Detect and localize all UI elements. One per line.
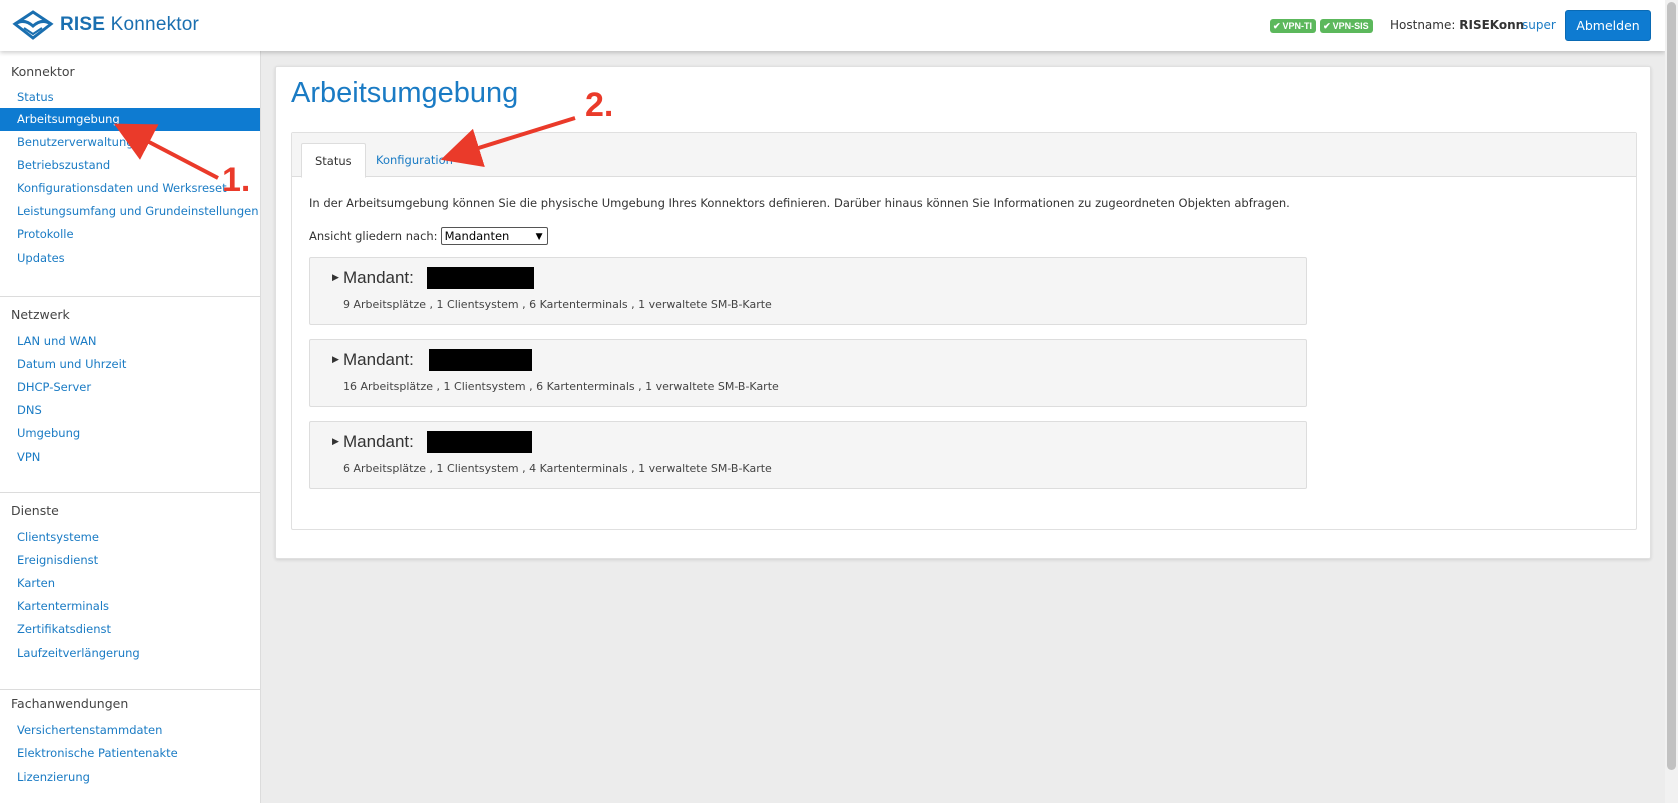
annotation-label-1: 1.: [222, 161, 251, 199]
user-link[interactable]: super: [1522, 18, 1556, 32]
mandant-label: Mandant:: [343, 432, 414, 451]
mandant-summary: 16 Arbeitsplätze , 1 Clientsystem , 6 Ka…: [343, 380, 779, 393]
intro-text: In der Arbeitsumgebung können Sie die ph…: [309, 196, 1290, 210]
sidebar-item-updates[interactable]: Updates: [0, 247, 260, 270]
sidebar-heading-netzwerk: Netzwerk: [11, 307, 70, 322]
tab-bar: Status Konfiguration: [292, 133, 1636, 178]
page-title: Arbeitsumgebung: [291, 77, 519, 109]
rise-logo-icon: [12, 10, 54, 40]
group-by-label: Ansicht gliedern nach:: [309, 229, 438, 243]
annotation-label-2: 2.: [585, 86, 614, 124]
main-card: Arbeitsumgebung Status Konfiguration In …: [275, 66, 1651, 559]
sidebar-item-arbeitsumgebung[interactable]: Arbeitsumgebung: [0, 108, 260, 131]
sidebar-item-betriebszustand[interactable]: Betriebszustand: [0, 154, 260, 177]
tab-panel: Status Konfiguration In der Arbeitsumgeb…: [291, 132, 1637, 530]
check-icon: ✔: [1323, 21, 1331, 31]
sidebar-item-benutzerverwaltung[interactable]: Benutzerverwaltung: [0, 131, 260, 154]
caret-right-icon[interactable]: ▶: [332, 355, 339, 365]
sidebar-item-clientsysteme[interactable]: Clientsysteme: [0, 526, 260, 549]
redacted-block: [427, 267, 534, 289]
tab-konfiguration[interactable]: Konfiguration: [363, 143, 466, 178]
sidebar-divider: [0, 492, 260, 493]
scrollbar-thumb[interactable]: [1667, 2, 1676, 770]
sidebar-item-karten[interactable]: Karten: [0, 572, 260, 595]
caret-right-icon[interactable]: ▶: [332, 437, 339, 447]
hostname-display: Hostname: RISEKonn: [1390, 18, 1525, 32]
sidebar-item-ereignisdienst[interactable]: Ereignisdienst: [0, 549, 260, 572]
group-by-select[interactable]: Mandanten ▼: [440, 227, 548, 245]
top-bar: RISE Konnektor ✔ VPN-TI ✔ VPN-SIS Hostname…: [0, 0, 1665, 51]
sidebar-item-zertifikatsdienst[interactable]: Zertifikatsdienst: [0, 618, 260, 641]
sidebar-item-laufzeitverlaengerung[interactable]: Laufzeitverlängerung: [0, 642, 260, 665]
mandant-panel[interactable]: ▶ Mandant: 16 Arbeitsplätze , 1 Clientsy…: [309, 339, 1307, 407]
sidebar-item-datum-uhrzeit[interactable]: Datum und Uhrzeit: [0, 353, 260, 376]
tab-status[interactable]: Status: [301, 143, 366, 178]
mandant-summary: 9 Arbeitsplätze , 1 Clientsystem , 6 Kar…: [343, 298, 772, 311]
mandant-label: Mandant:: [343, 350, 414, 369]
logout-button[interactable]: Abmelden: [1565, 10, 1651, 41]
mandant-panel[interactable]: ▶ Mandant: 6 Arbeitsplätze , 1 Clientsys…: [309, 421, 1307, 489]
group-by-row: Ansicht gliedern nach: Mandanten ▼: [309, 227, 548, 245]
sidebar-item-umgebung[interactable]: Umgebung: [0, 422, 260, 445]
sidebar-divider: [0, 689, 260, 690]
sidebar-heading-dienste: Dienste: [11, 503, 59, 518]
caret-right-icon[interactable]: ▶: [332, 273, 339, 283]
sidebar-item-lan-wan[interactable]: LAN und WAN: [0, 330, 260, 353]
sidebar-item-dhcp-server[interactable]: DHCP-Server: [0, 376, 260, 399]
page-scrollbar[interactable]: [1665, 0, 1678, 803]
vpn-badges: ✔ VPN-TI ✔ VPN-SIS: [1270, 19, 1373, 33]
group-by-value: Mandanten: [444, 229, 510, 243]
check-icon: ✔: [1273, 21, 1281, 31]
redacted-block: [427, 431, 532, 453]
sidebar-item-konfigurationsdaten[interactable]: Konfigurationsdaten und Werksreset: [0, 177, 260, 200]
logo[interactable]: RISE Konnektor: [11, 10, 199, 40]
logo-text: RISE Konnektor: [60, 14, 200, 35]
sidebar-item-lizenzierung[interactable]: Lizenzierung: [0, 766, 260, 789]
sidebar-heading-konnektor: Konnektor: [11, 64, 75, 79]
sidebar-heading-fachanwendungen: Fachanwendungen: [11, 696, 129, 711]
sidebar-item-patientenakte[interactable]: Elektronische Patientenakte: [0, 742, 260, 765]
sidebar-item-status[interactable]: Status: [0, 86, 260, 109]
sidebar-item-dns[interactable]: DNS: [0, 399, 260, 422]
sidebar-divider: [0, 296, 260, 297]
sidebar-item-protokolle[interactable]: Protokolle: [0, 223, 260, 246]
sidebar-item-vpn[interactable]: VPN: [0, 446, 260, 469]
chevron-down-icon: ▼: [535, 232, 543, 242]
sidebar-item-kartenterminals[interactable]: Kartenterminals: [0, 595, 260, 618]
sidebar-item-leistungsumfang[interactable]: Leistungsumfang und Grundeinstellungen: [0, 200, 260, 223]
mandant-label: Mandant:: [343, 268, 414, 287]
mandant-summary: 6 Arbeitsplätze , 1 Clientsystem , 4 Kar…: [343, 462, 772, 475]
sidebar-item-versichertenstammdaten[interactable]: Versichertenstammdaten: [0, 719, 260, 742]
redacted-block: [429, 349, 532, 371]
status-badge-vpn-ti: ✔ VPN-TI: [1270, 19, 1317, 33]
mandant-panel[interactable]: ▶ Mandant: 9 Arbeitsplätze , 1 Clientsys…: [309, 257, 1307, 325]
status-badge-vpn-sis: ✔ VPN-SIS: [1320, 19, 1373, 33]
